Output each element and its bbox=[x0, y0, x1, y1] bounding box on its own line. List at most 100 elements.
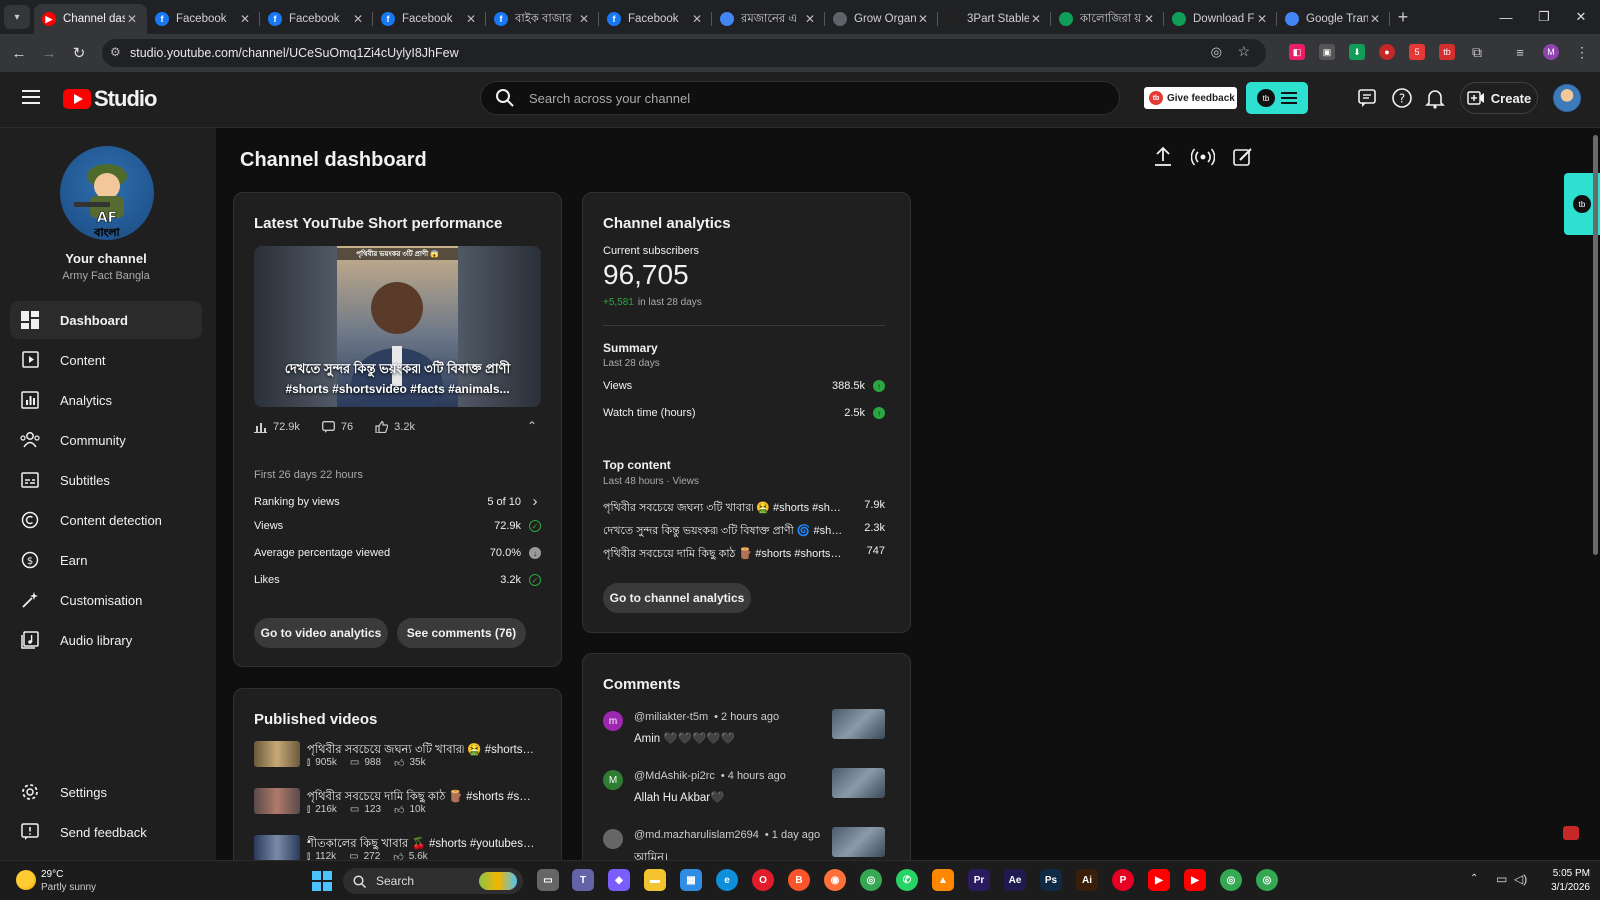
vlc-icon[interactable]: ▲ bbox=[932, 869, 954, 891]
extension-icon-6[interactable]: tb bbox=[1439, 44, 1455, 60]
pinterest-icon[interactable]: P bbox=[1112, 869, 1134, 891]
browser-menu-icon[interactable]: ⋮ bbox=[1574, 44, 1590, 60]
tab-close-icon[interactable]: ✕ bbox=[916, 12, 930, 26]
close-window-button[interactable]: ✕ bbox=[1562, 0, 1600, 34]
extension-icon-5[interactable]: 5 bbox=[1409, 44, 1425, 60]
extension-icon-2[interactable]: ▣ bbox=[1319, 44, 1335, 60]
go-to-video-analytics-button[interactable]: Go to video analytics bbox=[254, 618, 388, 648]
firefox-icon[interactable]: ◉ bbox=[824, 869, 846, 891]
eye-off-icon[interactable]: ◎ bbox=[1211, 44, 1222, 60]
edge-icon[interactable]: e bbox=[716, 869, 738, 891]
network-icon[interactable]: ▭ bbox=[1496, 872, 1507, 886]
channel-search-input[interactable]: Search across your channel bbox=[480, 81, 1120, 115]
your-channel-label[interactable]: Your channel bbox=[0, 251, 212, 266]
windows-start-icon[interactable] bbox=[312, 871, 332, 891]
tab-close-icon[interactable]: ✕ bbox=[577, 12, 591, 26]
sidebar-item-analytics[interactable]: Analytics bbox=[10, 381, 202, 419]
commenter-avatar[interactable]: M bbox=[603, 770, 623, 790]
top-content-row[interactable]: পৃথিবীর সবচেয়ে দামি কিছু কাঠ 🪵 #shorts … bbox=[603, 545, 885, 564]
bookmark-star-icon[interactable]: ☆ bbox=[1237, 43, 1250, 60]
opera-icon[interactable]: O bbox=[752, 869, 774, 891]
weather-temp[interactable]: 29°C bbox=[41, 869, 63, 880]
tab-close-icon[interactable]: ✕ bbox=[1029, 12, 1043, 26]
illustrator-icon[interactable]: Ai bbox=[1076, 869, 1098, 891]
whatsapp-icon[interactable]: ✆ bbox=[896, 869, 918, 891]
see-comments-button[interactable]: See comments (76) bbox=[397, 618, 526, 648]
commenter-avatar[interactable] bbox=[603, 829, 623, 849]
reload-button[interactable]: ↻ bbox=[64, 44, 94, 62]
tubebuddy-menu-button[interactable]: tb bbox=[1246, 82, 1308, 114]
tab-close-icon[interactable]: ✕ bbox=[464, 12, 478, 26]
short-metric-row[interactable]: Ranking by views 5 of 10 › bbox=[254, 493, 541, 510]
browser-tab[interactable]: Google Tran ✕ bbox=[1277, 4, 1390, 34]
address-bar[interactable]: ⚙ studio.youtube.com/channel/UCeSuOmq1Zi… bbox=[102, 39, 1266, 67]
extension-icon-4[interactable]: ● bbox=[1379, 44, 1395, 60]
browser-tab[interactable]: 3Part Stable ✕ bbox=[938, 4, 1051, 34]
chrome-icon[interactable]: ◎ bbox=[1256, 869, 1278, 891]
go-to-channel-analytics-button[interactable]: Go to channel analytics bbox=[603, 583, 751, 613]
sidebar-item-community[interactable]: Community bbox=[10, 421, 202, 459]
published-video-row[interactable]: পৃথিবীর সবচেয়ে দামি কিছু কাঠ 🪵 #shorts … bbox=[254, 788, 544, 824]
taskbar-search-input[interactable]: Search bbox=[343, 868, 523, 894]
comment-video-thumbnail[interactable] bbox=[832, 827, 885, 857]
browser-tab[interactable]: f Facebook ✕ bbox=[599, 4, 712, 34]
tab-close-icon[interactable]: ✕ bbox=[1142, 12, 1156, 26]
minimize-button[interactable]: — bbox=[1487, 0, 1525, 34]
media-control-icon[interactable]: ≡ bbox=[1512, 44, 1528, 60]
site-info-icon[interactable]: ⚙ bbox=[110, 45, 121, 59]
show-hidden-icons-chevron[interactable]: ⌃ bbox=[1470, 873, 1478, 884]
sidebar-item-settings[interactable]: Settings bbox=[10, 773, 202, 811]
create-post-icon[interactable] bbox=[1228, 142, 1258, 172]
video-thumbnail[interactable] bbox=[254, 741, 300, 767]
comment-video-thumbnail[interactable] bbox=[832, 768, 885, 798]
browser-tab[interactable]: f Facebook ✕ bbox=[260, 4, 373, 34]
go-live-icon[interactable] bbox=[1188, 142, 1218, 172]
chrome-icon[interactable]: ◎ bbox=[860, 869, 882, 891]
browser-tab[interactable]: রমজানের এ ✕ bbox=[712, 4, 825, 34]
browser-tab[interactable]: f Facebook ✕ bbox=[147, 4, 260, 34]
teams-icon[interactable]: T bbox=[572, 869, 594, 891]
extensions-puzzle-icon[interactable]: ⧉ bbox=[1469, 44, 1485, 60]
tab-close-icon[interactable]: ✕ bbox=[690, 12, 704, 26]
sidebar-item-customisation[interactable]: Customisation bbox=[10, 581, 202, 619]
photoshop-icon[interactable]: Ps bbox=[1040, 869, 1062, 891]
sidebar-item-send-feedback[interactable]: Send feedback bbox=[10, 813, 202, 851]
studio-logo[interactable]: Studio bbox=[63, 86, 157, 112]
browser-tab[interactable]: কালোজিরা য় ✕ bbox=[1051, 4, 1164, 34]
after-effects-icon[interactable]: Ae bbox=[1004, 869, 1026, 891]
create-button[interactable]: Create bbox=[1460, 82, 1538, 114]
extension-icon-1[interactable]: ◧ bbox=[1289, 44, 1305, 60]
tab-search-button[interactable]: ▾ bbox=[4, 5, 30, 29]
browser-tab[interactable]: f বাইক বাজার ✕ bbox=[486, 4, 599, 34]
notifications-bell-icon[interactable] bbox=[1424, 87, 1446, 109]
help-icon[interactable]: ? bbox=[1391, 87, 1413, 109]
sidebar-item-earn[interactable]: $ Earn bbox=[10, 541, 202, 579]
floating-extension-icon[interactable] bbox=[1563, 826, 1579, 840]
restore-button[interactable]: ❐ bbox=[1525, 0, 1563, 34]
short-thumbnail[interactable]: পৃথিবীর ভয়ংকর ৩টি প্রাণী 😱 দেখতে সুন্দর… bbox=[254, 246, 541, 407]
store-icon[interactable]: ▦ bbox=[680, 869, 702, 891]
sidebar-item-content[interactable]: Content bbox=[10, 341, 202, 379]
commenter-handle[interactable]: @MdAshik-pi2rc bbox=[634, 770, 715, 782]
forward-button[interactable]: → bbox=[34, 45, 64, 62]
volume-icon[interactable]: ◁) bbox=[1514, 872, 1527, 886]
youtube-icon[interactable]: ▶ bbox=[1184, 869, 1206, 891]
comment-item[interactable]: M @MdAshik-pi2rc • 4 hours ago Allah Hu Akb… bbox=[603, 768, 885, 822]
tab-close-icon[interactable]: ✕ bbox=[1368, 12, 1382, 26]
collapse-chevron-icon[interactable]: ⌃ bbox=[527, 419, 537, 433]
channel-avatar[interactable]: AF বাংলা bbox=[60, 146, 154, 240]
sidebar-item-audio-library[interactable]: Audio library bbox=[10, 621, 202, 659]
copilot-icon[interactable]: ◆ bbox=[608, 869, 630, 891]
upload-icon[interactable] bbox=[1148, 142, 1178, 172]
published-video-row[interactable]: পৃথিবীর সবচেয়ে জঘন্য ৩টি খাবার৷ 🤮 #shor… bbox=[254, 741, 544, 777]
sidebar-item-subtitles[interactable]: Subtitles bbox=[10, 461, 202, 499]
youtube-icon[interactable]: ▶ bbox=[1148, 869, 1170, 891]
task-view-icon[interactable]: ▭ bbox=[537, 869, 559, 891]
back-button[interactable]: ← bbox=[4, 45, 34, 62]
tab-close-icon[interactable]: ✕ bbox=[1255, 12, 1269, 26]
hamburger-menu-icon[interactable] bbox=[22, 89, 40, 105]
tab-close-icon[interactable]: ✕ bbox=[125, 12, 139, 26]
browser-tab[interactable]: Grow Organ ✕ bbox=[825, 4, 938, 34]
messages-icon[interactable] bbox=[1357, 87, 1379, 109]
tab-close-icon[interactable]: ✕ bbox=[803, 12, 817, 26]
